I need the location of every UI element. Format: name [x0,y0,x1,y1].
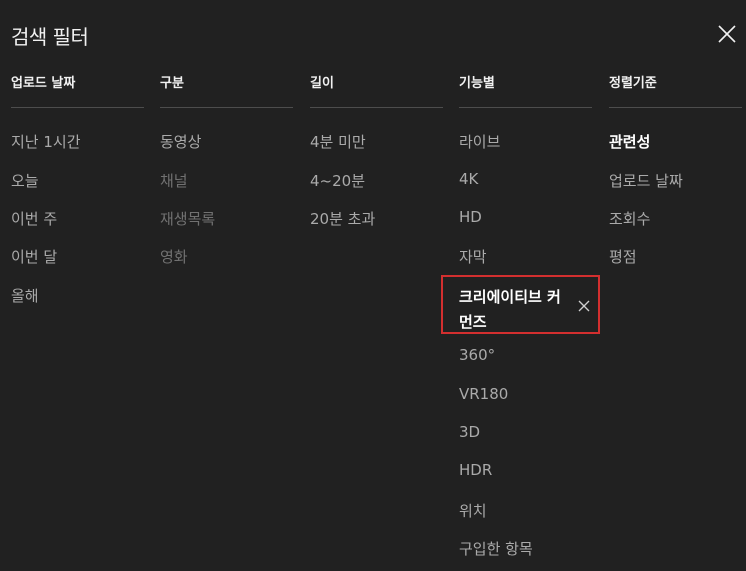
column-header-duration: 길이 [310,76,334,91]
filter-option-subtitles[interactable]: 자막 [459,246,487,267]
filter-option-hd[interactable]: HD [459,208,482,226]
filter-option-this-month[interactable]: 이번 달 [11,246,57,267]
close-button[interactable] [713,20,741,48]
filter-option-creative-commons[interactable]: 크리에이티브 커먼즈 [459,285,569,335]
filter-option-channel: 채널 [160,172,188,190]
filter-option-4-20-min[interactable]: 4~20분 [310,170,365,191]
filter-option-4k[interactable]: 4K [459,170,478,188]
filter-option-over-20-min[interactable]: 20분 초과 [310,208,375,229]
column-divider [459,107,592,108]
column-header-sort-by: 정렬기준 [609,76,657,91]
remove-filter-button[interactable] [577,298,591,312]
dialog-title: 검색 필터 [11,25,89,49]
sort-option-rating[interactable]: 평점 [609,246,637,267]
filter-option-under-4-min[interactable]: 4분 미만 [310,131,366,152]
sort-option-relevance[interactable]: 관련성 [609,131,650,152]
column-divider [160,107,293,108]
filter-option-video[interactable]: 동영상 [160,131,201,152]
filter-option-today[interactable]: 오늘 [11,170,39,191]
filter-option-3d[interactable]: 3D [459,423,480,441]
column-divider [609,107,742,108]
filter-option-this-year[interactable]: 올해 [11,285,39,306]
filter-option-location[interactable]: 위치 [459,500,487,521]
filter-option-playlist: 재생목록 [160,210,216,228]
filter-option-movie: 영화 [160,248,188,266]
column-header-type: 구분 [160,76,184,91]
filter-option-purchased[interactable]: 구입한 항목 [459,538,533,559]
close-icon [578,300,590,312]
filter-option-live[interactable]: 라이브 [459,131,500,152]
sort-option-upload-date[interactable]: 업로드 날짜 [609,170,683,191]
filter-option-this-week[interactable]: 이번 주 [11,208,57,229]
column-header-upload-date: 업로드 날짜 [11,76,76,91]
close-icon [718,25,736,43]
filter-option-last-hour[interactable]: 지난 1시간 [11,131,81,152]
filter-option-360[interactable]: 360° [459,346,495,364]
sort-option-view-count[interactable]: 조회수 [609,208,650,229]
column-header-features: 기능별 [459,76,495,91]
filter-option-vr180[interactable]: VR180 [459,385,508,403]
column-divider [310,107,443,108]
column-divider [11,107,144,108]
filter-option-hdr[interactable]: HDR [459,461,492,479]
